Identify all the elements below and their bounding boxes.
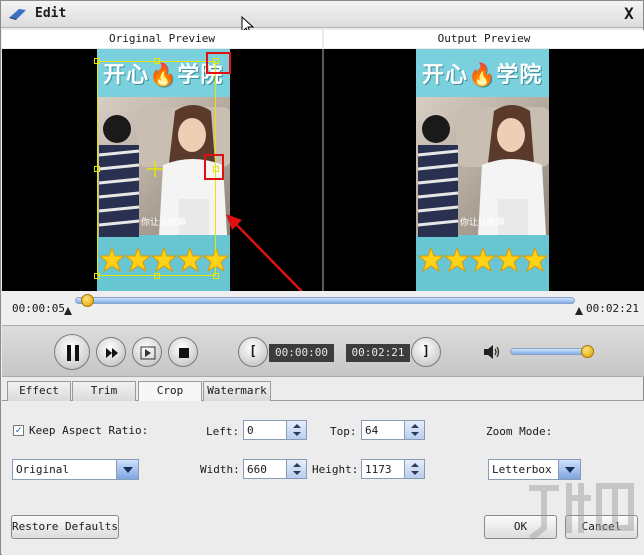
pause-icon [67,345,79,361]
left-input[interactable]: 0 [243,420,307,440]
volume-thumb[interactable] [581,345,594,358]
current-time: 00:00:05 [12,302,65,315]
close-button[interactable]: X [619,4,639,24]
playback-controls: [ 00:00:00 00:02:21 ] [2,325,644,377]
trim-end-marker[interactable] [575,307,583,315]
annotation-arrow-icon [226,214,304,291]
crop-handle-bottom-left[interactable] [94,273,100,279]
original-preview-pane[interactable]: 开心🔥学院 你让让我嘛 [2,49,322,291]
aspect-ratio-select[interactable]: Original [12,459,139,480]
video-scene: 你让让我嘛 [416,97,549,237]
height-spinner[interactable] [404,460,424,478]
keep-aspect-checkbox[interactable]: ✓ [13,425,24,436]
annotation-highlight-top [206,52,231,74]
trim-start-marker[interactable] [64,307,72,315]
height-value: 1173 [365,463,392,476]
crop-center-crosshair-icon [147,161,163,177]
original-preview-label: Original Preview [2,30,322,48]
fast-forward-icon [106,348,118,358]
tab-crop[interactable]: Crop [138,381,202,402]
crop-handle-bottom[interactable] [154,273,160,279]
edit-dialog: Edit X Original Preview Output Preview 开… [0,0,644,555]
edit-tabs: Effect Trim Crop Watermark [2,381,644,402]
video-banner-text: 开心🔥学院 [422,63,543,88]
fast-forward-button[interactable] [96,337,126,367]
height-input[interactable]: 1173 [361,459,425,479]
window-title: Edit [35,6,67,21]
crop-handle-left[interactable] [94,166,100,172]
top-label: Top: [330,425,357,438]
width-label: Width: [200,463,240,476]
left-spinner[interactable] [286,421,306,439]
video-banner: 开心🔥学院 [416,49,549,97]
pause-button[interactable] [54,334,90,370]
stop-button[interactable] [168,337,198,367]
timeline-thumb[interactable] [81,294,94,307]
clip-end-time[interactable]: 00:02:21 [346,344,410,362]
next-frame-button[interactable] [132,337,162,367]
app-logo-icon [9,9,26,20]
watermark-logo-icon [529,483,634,541]
video-subtitle: 你让让我嘛 [459,218,505,228]
tab-effect[interactable]: Effect [7,381,71,401]
output-video-frame: 开心🔥学院 你让让我嘛 [416,49,549,291]
set-end-button[interactable]: ] [411,337,441,367]
left-value: 0 [247,424,254,437]
crop-handle-top-left[interactable] [94,58,100,64]
clip-start-time[interactable]: 00:00:00 [269,344,334,362]
aspect-ratio-value: Original [16,463,69,476]
set-start-button[interactable]: [ [238,337,268,367]
top-spinner[interactable] [404,421,424,439]
timeline-track[interactable] [75,297,575,304]
volume-icon[interactable] [483,344,501,360]
width-spinner[interactable] [286,460,306,478]
volume-slider[interactable] [510,348,588,355]
stars-row [418,247,548,273]
chevron-down-icon[interactable] [116,460,138,479]
tab-trim[interactable]: Trim [72,381,136,401]
left-label: Left: [206,425,240,438]
annotation-highlight-right [204,154,224,180]
crop-handle-top[interactable] [154,58,160,64]
timeline-bar: 00:00:05 00:02:21 [2,291,644,325]
width-input[interactable]: 660 [243,459,307,479]
output-preview-label: Output Preview [324,30,644,48]
title-bar: Edit X [1,1,643,28]
next-frame-icon [140,346,156,360]
stop-icon [179,348,189,358]
restore-defaults-button[interactable]: Restore Defaults [11,515,119,539]
crop-handle-bottom-right[interactable] [213,273,219,279]
output-preview-pane: 开心🔥学院 你让让我嘛 [324,49,644,291]
keep-aspect-label: Keep Aspect Ratio: [29,424,149,437]
zoom-mode-label: Zoom Mode: [486,425,553,438]
top-value: 64 [365,424,379,437]
width-value: 660 [247,463,267,476]
tab-watermark[interactable]: Watermark [203,381,271,401]
height-label: Height: [312,463,359,476]
end-time: 00:02:21 [586,302,639,315]
top-input[interactable]: 64 [361,420,425,440]
